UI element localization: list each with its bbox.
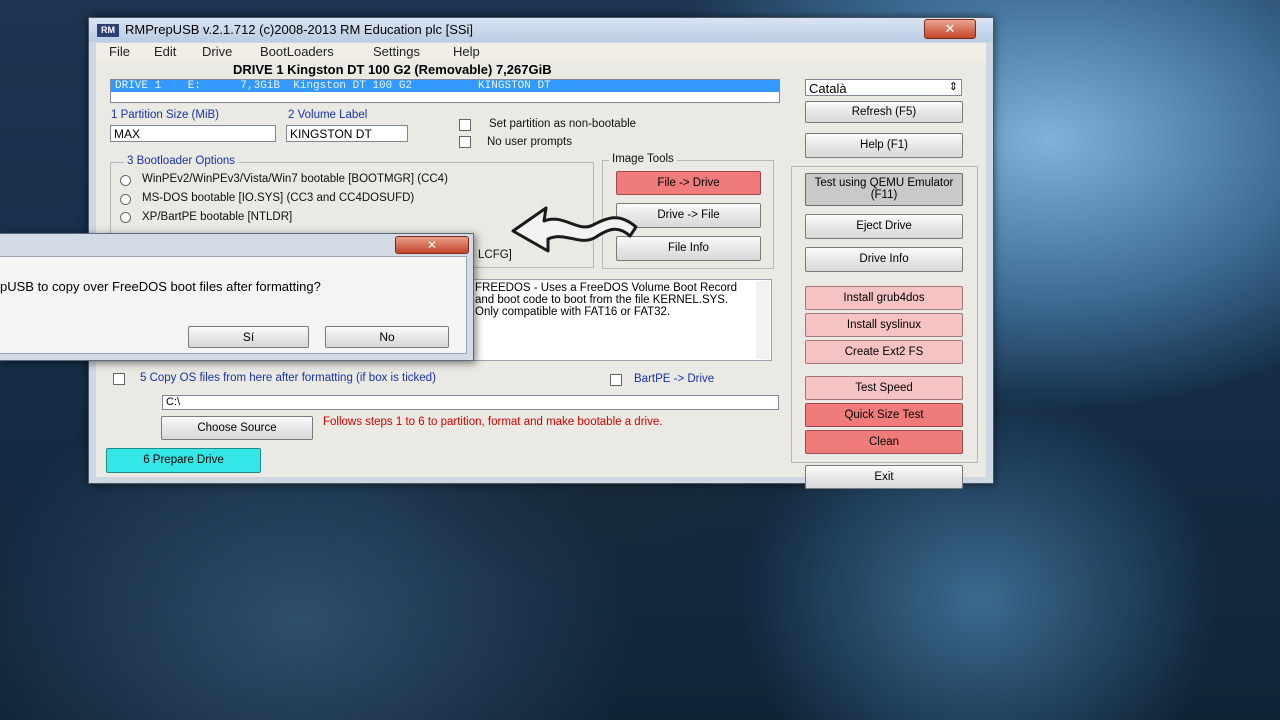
refresh-button[interactable]: Refresh (F5) [805, 101, 963, 123]
copy-os-checkbox[interactable] [113, 373, 125, 385]
no-prompts-checkbox[interactable] [459, 136, 471, 148]
clean-button[interactable]: Clean [805, 430, 963, 454]
source-path-input[interactable]: C:\ [162, 395, 779, 410]
quick-size-test-button[interactable]: Quick Size Test [805, 403, 963, 427]
option-partial: LCFG] [478, 249, 512, 261]
create-ext2-button[interactable]: Create Ext2 FS [805, 340, 963, 364]
exit-button[interactable]: Exit [805, 465, 963, 489]
description-text: FREEDOS - Uses a FreeDOS Volume Boot Rec… [475, 282, 738, 318]
volume-label-input[interactable]: KINGSTON DT [286, 125, 408, 142]
drive-header: DRIVE 1 Kingston DT 100 G2 (Removable) 7… [233, 62, 552, 77]
bootloader-group-label: 3 Bootloader Options [124, 155, 239, 167]
volume-label-label: 2 Volume Label [288, 109, 368, 121]
prepare-drive-button[interactable]: 6 Prepare Drive [106, 448, 261, 473]
yes-button[interactable]: Sí [188, 326, 309, 348]
menu-bootloaders[interactable]: BootLoaders [260, 44, 334, 59]
qemu-test-button[interactable]: Test using QEMU Emulator (F11) [805, 173, 963, 206]
dialog-body: pUSB to copy over FreeDOS boot files aft… [0, 256, 467, 354]
radio-ntldr[interactable] [120, 212, 131, 223]
spin-arrows-icon[interactable]: ⇕ [949, 80, 958, 93]
option-bootmgr[interactable]: WinPEv2/WinPEv3/Vista/Win7 bootable [BOO… [142, 173, 448, 185]
file-to-drive-button[interactable]: File -> Drive [616, 171, 761, 195]
menu-bar: File Edit Drive BootLoaders Settings Hel… [96, 43, 986, 60]
radio-msdos[interactable] [120, 194, 131, 205]
menu-settings[interactable]: Settings [373, 44, 420, 59]
test-speed-button[interactable]: Test Speed [805, 376, 963, 400]
no-button[interactable]: No [325, 326, 449, 348]
option-ntldr[interactable]: XP/BartPE bootable [NTLDR] [142, 211, 292, 223]
help-button[interactable]: Help (F1) [805, 133, 963, 158]
drive-list[interactable]: DRIVE 1 E: 7,3GiB Kingston DT 100 G2 KIN… [110, 79, 780, 103]
choose-source-button[interactable]: Choose Source [161, 416, 313, 440]
menu-help[interactable]: Help [453, 44, 480, 59]
title-bar[interactable]: RM RMPrepUSB v.2.1.712 (c)2008-2013 RM E… [89, 18, 993, 42]
bartpe-checkbox[interactable] [610, 374, 622, 386]
scrollbar[interactable] [756, 281, 770, 359]
install-grub4dos-button[interactable]: Install grub4dos [805, 286, 963, 310]
menu-drive[interactable]: Drive [202, 44, 232, 59]
language-select[interactable]: Català ⇕ [805, 79, 962, 96]
app-icon: RM [97, 24, 119, 37]
menu-edit[interactable]: Edit [154, 44, 176, 59]
language-value: Català [809, 81, 847, 96]
bartpe-label: BartPE -> Drive [634, 373, 715, 385]
option-msdos[interactable]: MS-DOS bootable [IO.SYS] (CC3 and CC4DOS… [142, 192, 414, 204]
drive-info-button[interactable]: Drive Info [805, 247, 963, 272]
menu-file[interactable]: File [109, 44, 130, 59]
description-box[interactable]: FREEDOS - Uses a FreeDOS Volume Boot Rec… [472, 279, 772, 361]
radio-bootmgr[interactable] [120, 175, 131, 186]
confirm-dialog: ✕ pUSB to copy over FreeDOS boot files a… [0, 233, 474, 361]
arrow-annotation-icon [511, 206, 638, 253]
install-syslinux-button[interactable]: Install syslinux [805, 313, 963, 337]
partition-size-label: 1 Partition Size (MiB) [111, 109, 220, 121]
no-prompts-label: No user prompts [487, 136, 573, 148]
non-bootable-label: Set partition as non-bootable [489, 118, 637, 130]
window-title: RMPrepUSB v.2.1.712 (c)2008-2013 RM Educ… [125, 22, 474, 37]
eject-drive-button[interactable]: Eject Drive [805, 214, 963, 239]
non-bootable-checkbox[interactable] [459, 119, 471, 131]
drive-list-row[interactable]: DRIVE 1 E: 7,3GiB Kingston DT 100 G2 KIN… [111, 80, 779, 92]
dialog-close-icon[interactable]: ✕ [395, 236, 469, 254]
close-icon[interactable]: ✕ [924, 19, 976, 39]
copy-os-label: 5 Copy OS files from here after formatti… [140, 372, 436, 384]
dialog-message: pUSB to copy over FreeDOS boot files aft… [0, 279, 321, 294]
follow-steps-text: Follows steps 1 to 6 to partition, forma… [323, 416, 663, 428]
image-tools-label: Image Tools [609, 153, 677, 165]
partition-size-input[interactable]: MAX [110, 125, 276, 142]
